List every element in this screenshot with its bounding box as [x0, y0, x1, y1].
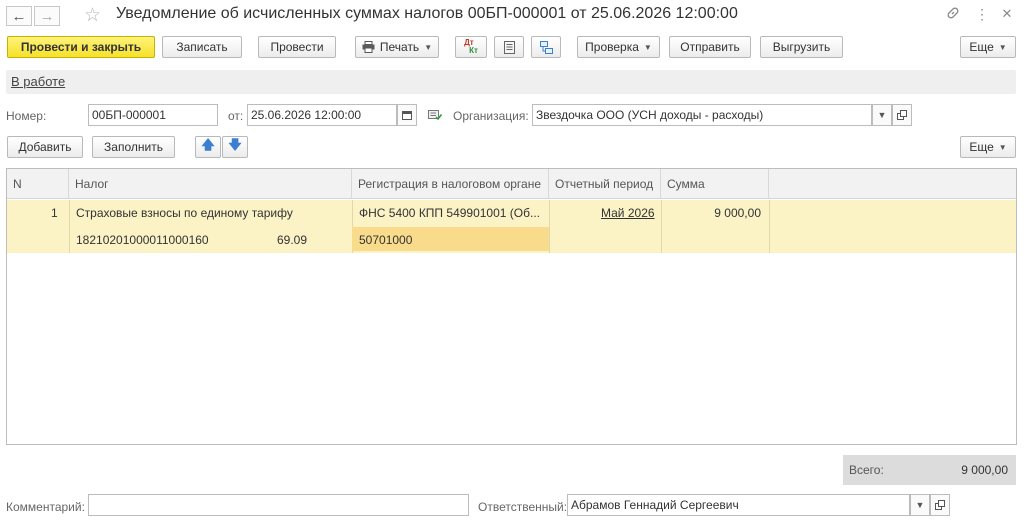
report-button[interactable] [494, 36, 524, 58]
link-icon[interactable] [944, 6, 962, 23]
responsible-field[interactable]: Абрамов Геннадий Сергеевич [567, 494, 910, 516]
totals-value: 9 000,00 [961, 463, 1008, 477]
arrow-up-icon: 🡅 [201, 137, 215, 152]
move-down-button[interactable]: 🡇 [222, 136, 248, 158]
back-button[interactable]: ← [6, 6, 32, 26]
status-bar: В работе [6, 70, 1016, 94]
organization-field[interactable]: Звездочка ООО (УСН доходы - расходы) [532, 104, 872, 126]
send-button[interactable]: Отправить [669, 36, 751, 58]
responsible-label: Ответственный: [478, 500, 568, 514]
account-cell[interactable]: 69.09 [277, 233, 307, 247]
tax-cell[interactable]: Страховые взносы по единому тарифу [76, 206, 348, 220]
registration-cell[interactable]: ФНС 5400 КПП 549901001 (Об... [359, 206, 546, 220]
period-cell[interactable]: Май 2026 [601, 206, 655, 220]
add-row-button[interactable]: Добавить [7, 136, 83, 158]
table-header: N Налог Регистрация в налоговом органе О… [7, 169, 1016, 199]
table-more-label: Еще [969, 140, 994, 154]
arrow-down-icon: 🡇 [228, 137, 242, 152]
column-header-registration[interactable]: Регистрация в налоговом органе [352, 169, 549, 199]
kbk-cell[interactable]: 18210201000011000160 [76, 233, 209, 247]
calendar-icon [402, 111, 412, 120]
export-label: Выгрузить [772, 40, 831, 54]
open-window-icon [897, 110, 907, 120]
number-field[interactable]: 00БП-000001 [88, 104, 218, 126]
chevron-down-icon: ▼ [998, 42, 1007, 52]
responsible-open-button[interactable] [930, 494, 950, 516]
print-button[interactable]: Печать ▼ [355, 36, 439, 58]
row-number: 1 [51, 206, 58, 220]
sum-cell[interactable]: 9 000,00 [667, 206, 761, 220]
dt-kt-button[interactable]: Дт Кт [455, 36, 487, 58]
chevron-down-icon: ▼ [877, 110, 887, 120]
report-icon [503, 40, 515, 54]
totals-box: Всего: 9 000,00 [843, 455, 1016, 485]
calendar-button[interactable] [397, 104, 417, 126]
table-row[interactable]: 1 Страховые взносы по единому тарифу ФНС… [7, 200, 1016, 253]
add-row-label: Добавить [18, 140, 72, 154]
check-label: Проверка [585, 40, 639, 54]
taxes-table[interactable]: N Налог Регистрация в налоговом органе О… [6, 168, 1017, 445]
date-field[interactable]: 25.06.2026 12:00:00 [247, 104, 397, 126]
organization-open-button[interactable] [892, 104, 912, 126]
date-label: от: [228, 109, 244, 123]
post-label: Провести [270, 40, 324, 54]
print-label: Печать [379, 40, 420, 54]
chevron-down-icon: ▼ [998, 142, 1007, 152]
send-label: Отправить [680, 40, 740, 54]
post-button[interactable]: Провести [258, 36, 336, 58]
dt-kt-icon-bottom: Кт [469, 46, 478, 55]
post-and-close-label: Провести и закрыть [20, 40, 142, 54]
arrow-right-icon: → [39, 7, 55, 25]
responsible-dropdown-button[interactable]: ▼ [910, 494, 930, 516]
fill-button[interactable]: Заполнить [92, 136, 175, 158]
column-header-n[interactable]: N [7, 169, 69, 199]
organization-label: Организация: [453, 109, 529, 123]
save-button[interactable]: Записать [162, 36, 242, 58]
status-link[interactable]: В работе [11, 74, 65, 89]
oktmo-value: 50701000 [359, 233, 413, 247]
doc-check-icon[interactable] [428, 108, 443, 124]
favorite-star-icon[interactable]: ☆ [84, 4, 101, 27]
chevron-down-icon: ▼ [424, 42, 433, 52]
comment-label: Комментарий: [6, 500, 85, 514]
arrow-left-icon: ← [11, 7, 27, 25]
chevron-down-icon: ▼ [643, 42, 652, 52]
structure-button[interactable] [531, 36, 561, 58]
export-button[interactable]: Выгрузить [760, 36, 843, 58]
more-button[interactable]: Еще ▼ [960, 36, 1016, 58]
save-label: Записать [176, 40, 228, 54]
move-up-button[interactable]: 🡅 [195, 136, 221, 158]
structure-icon [539, 40, 553, 54]
totals-label: Всего: [849, 463, 884, 477]
chevron-down-icon: ▼ [915, 500, 925, 510]
printer-icon [362, 41, 375, 53]
more-label: Еще [969, 40, 994, 54]
post-and-close-button[interactable]: Провести и закрыть [7, 36, 155, 58]
window-title: Уведомление об исчисленных суммах налого… [116, 5, 738, 22]
column-header-sum[interactable]: Сумма [661, 169, 769, 199]
column-header-period[interactable]: Отчетный период [549, 169, 661, 199]
number-label: Номер: [6, 109, 47, 123]
column-header-tax[interactable]: Налог [69, 169, 352, 199]
column-divider [69, 200, 70, 253]
table-more-button[interactable]: Еще ▼ [960, 136, 1016, 158]
column-divider [769, 200, 770, 253]
oktmo-cell[interactable]: 50701000 [352, 227, 549, 251]
comment-field[interactable] [88, 494, 469, 516]
column-divider [661, 200, 662, 253]
check-button[interactable]: Проверка ▼ [577, 36, 660, 58]
close-icon[interactable]: ✕ [998, 6, 1016, 22]
open-window-icon [935, 500, 945, 510]
organization-dropdown-button[interactable]: ▼ [872, 104, 892, 126]
debit-credit-icon: Дт Кт [464, 39, 478, 55]
fill-label: Заполнить [104, 140, 163, 154]
column-divider [549, 200, 550, 253]
forward-button[interactable]: → [34, 6, 60, 26]
vertical-dots-icon[interactable]: ⋮ [973, 6, 991, 23]
